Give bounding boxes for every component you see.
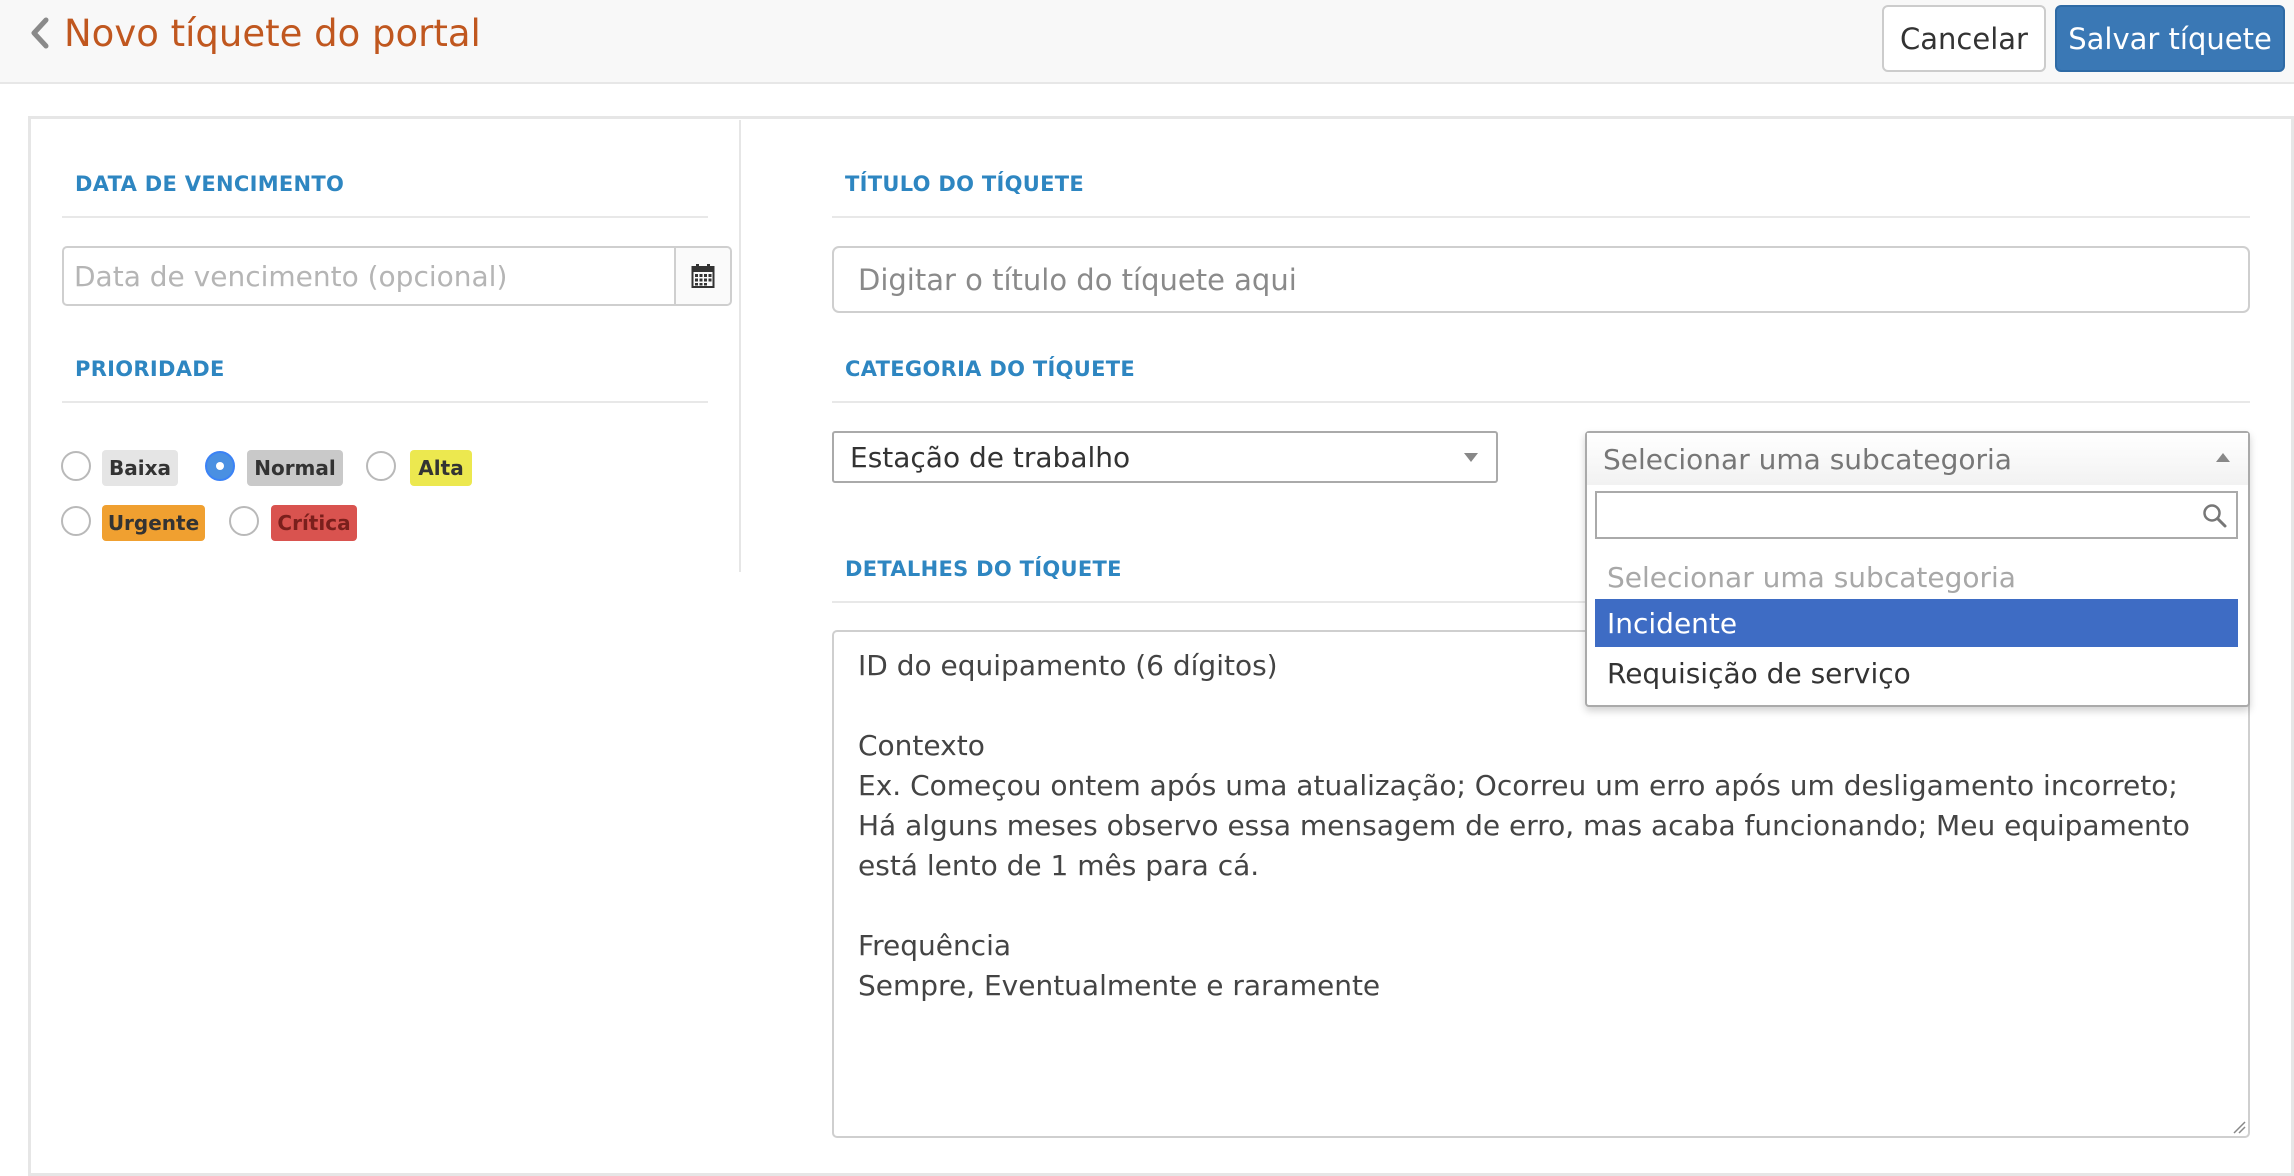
category-section-title: CATEGORIA DO TÍQUETE (845, 357, 1135, 381)
top-bar: Novo tíquete do portal Cancelar Salvar t… (0, 0, 2294, 84)
subcategory-option-placeholder: Selecionar uma subcategoria (1607, 560, 2016, 594)
priority-radio-normal[interactable] (205, 451, 235, 481)
search-icon (2203, 504, 2227, 528)
chevron-up-icon (2216, 453, 2230, 462)
priority-tag-normal[interactable]: Normal (247, 450, 343, 486)
subcategory-select[interactable]: Selecionar uma subcategoria (1587, 433, 2248, 485)
cancel-button[interactable]: Cancelar (1882, 5, 2046, 72)
details-line: Ex. Começou ontem após uma atualização; … (858, 769, 2190, 882)
ticket-title-section-title: TÍTULO DO TÍQUETE (845, 172, 1085, 196)
page-title: Novo tíquete do portal (64, 11, 481, 55)
details-section-title: DETALHES DO TÍQUETE (845, 557, 1122, 581)
chevron-down-icon (1464, 453, 1478, 462)
priority-radio-alta[interactable] (366, 451, 396, 481)
divider (62, 216, 708, 218)
priority-radio-urgente[interactable] (61, 506, 91, 536)
calendar-button[interactable] (674, 248, 730, 304)
subcategory-search-input[interactable] (1597, 493, 2187, 537)
column-divider (739, 120, 741, 572)
priority-tag-urgente[interactable]: Urgente (102, 505, 205, 541)
priority-tag-critica[interactable]: Crítica (271, 505, 357, 541)
details-line (858, 886, 2224, 926)
priority-radio-baixa[interactable] (61, 451, 91, 481)
priority-tag-baixa[interactable]: Baixa (102, 450, 178, 486)
due-date-field (62, 246, 732, 306)
category-select[interactable]: Estação de trabalho (832, 431, 1498, 483)
subcategory-search (1595, 491, 2238, 539)
divider (832, 216, 2250, 218)
calendar-icon (691, 264, 715, 288)
resize-handle-icon[interactable] (2230, 1118, 2246, 1134)
subcategory-option-requisicao[interactable]: Requisição de serviço (1595, 649, 2238, 697)
subcategory-option-incidente[interactable]: Incidente (1595, 599, 2238, 647)
ticket-title-input[interactable] (832, 246, 2250, 313)
back-link[interactable]: Novo tíquete do portal (28, 10, 481, 56)
subcategory-dropdown: Selecionar uma subcategoria Selecionar u… (1585, 431, 2250, 707)
priority-radio-critica[interactable] (229, 506, 259, 536)
divider (832, 401, 2250, 403)
due-date-section-title: DATA DE VENCIMENTO (75, 172, 345, 196)
priority-section-title: PRIORIDADE (75, 357, 225, 381)
save-ticket-button[interactable]: Salvar tíquete (2055, 5, 2285, 72)
priority-tag-alta[interactable]: Alta (410, 450, 472, 486)
details-line: Frequência (858, 929, 1012, 962)
due-date-input[interactable] (64, 248, 674, 304)
details-line: Sempre, Eventualmente e raramente (858, 969, 1381, 1002)
chevron-left-icon (31, 17, 49, 49)
details-line: Contexto (858, 729, 985, 762)
divider (62, 401, 708, 403)
category-select-value: Estação de trabalho (850, 440, 1131, 474)
subcategory-placeholder: Selecionar uma subcategoria (1603, 442, 2012, 476)
